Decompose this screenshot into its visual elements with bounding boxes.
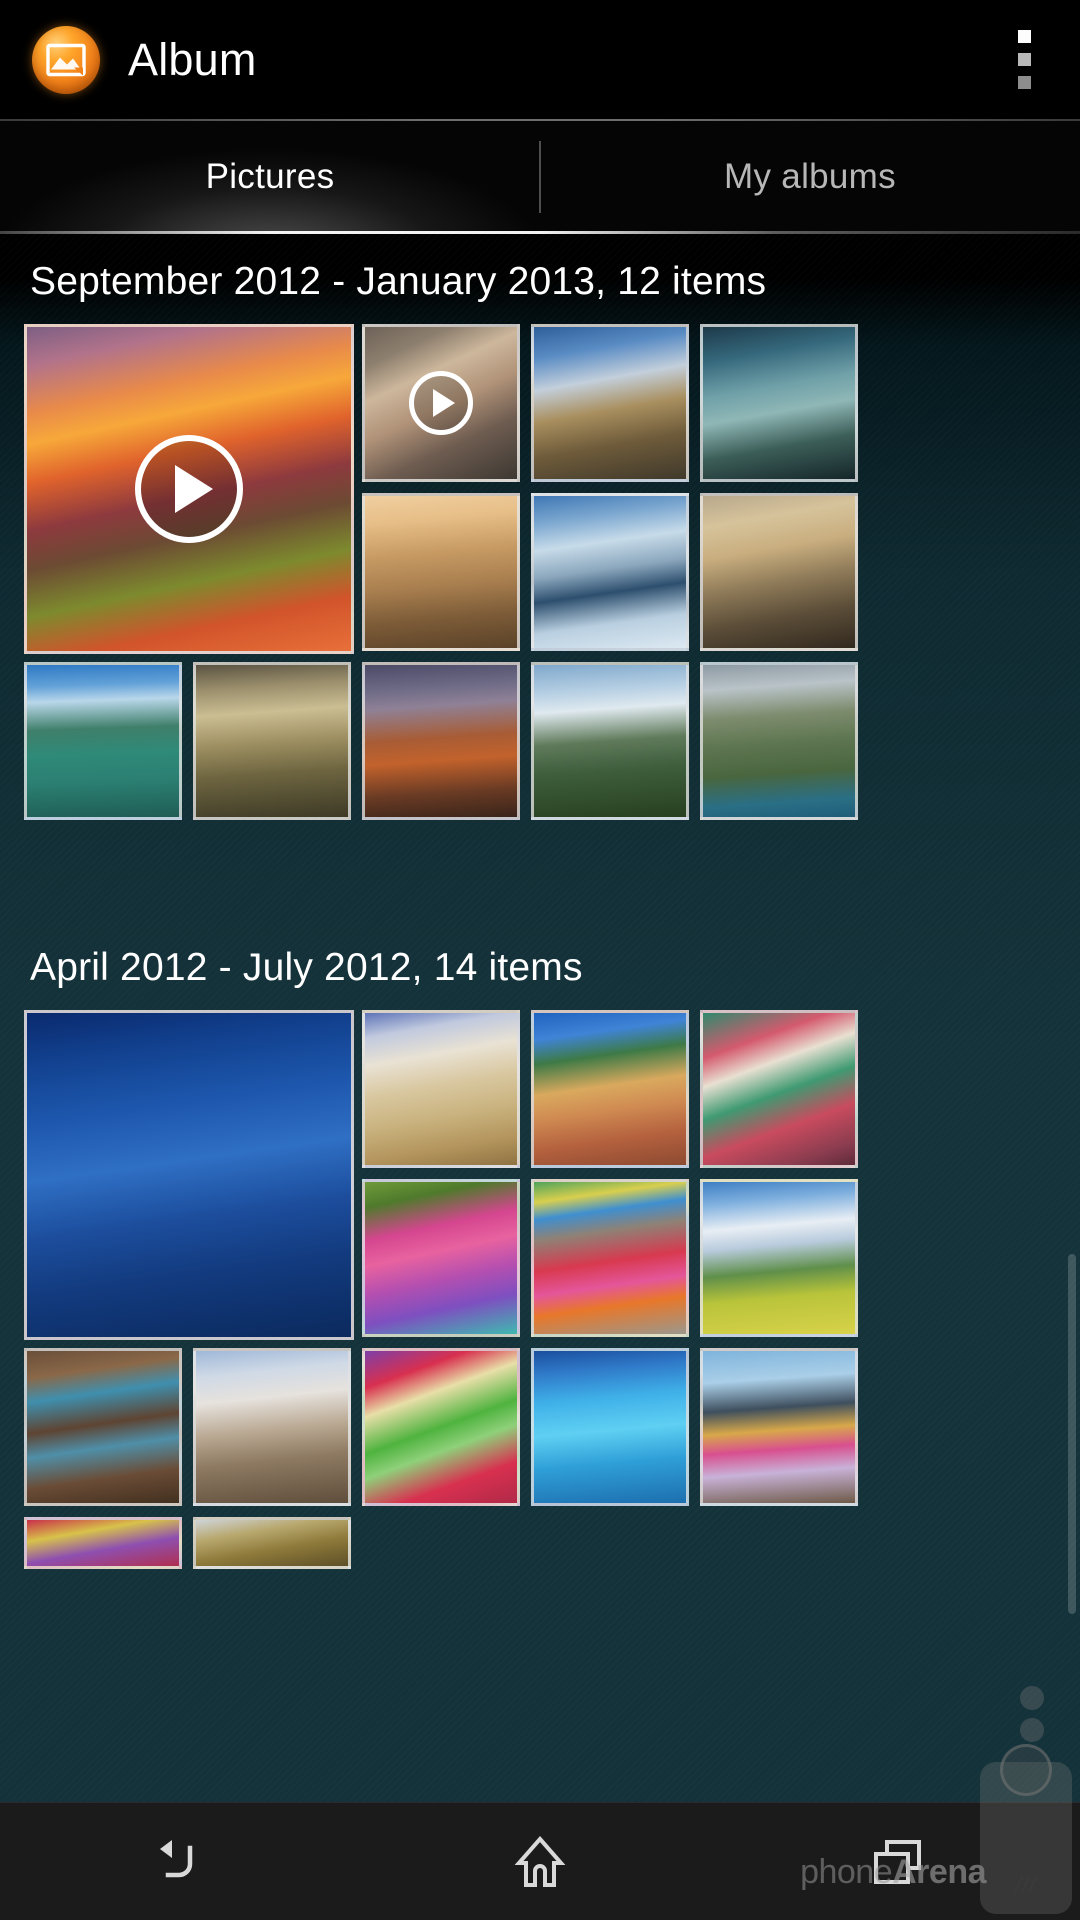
play-button-overlay[interactable] [409,371,473,435]
tab-active-indicator [0,231,1080,234]
turquoise-reef-photo[interactable] [531,1348,689,1506]
section-1: September 2012 - January 2013, 12 items [0,234,1080,834]
section-1-photo-grid [0,324,1080,834]
section-2-photo-grid [0,1010,1080,1610]
tab-separator [539,141,541,213]
nav-back-button[interactable] [0,1834,360,1890]
recent-apps-icon [874,1839,921,1884]
section-2-title: April 2012 - July 2012, 14 items [30,946,583,989]
tab-pictures-label: Pictures [205,157,335,196]
beach-huts-photo[interactable] [700,1348,858,1506]
rainbow-canyon-photo[interactable] [700,493,858,651]
overflow-dot-1 [1017,30,1031,43]
balcony-building-photo[interactable] [24,1348,182,1506]
home-icon [514,1835,566,1887]
red-fabric-photo[interactable] [24,1517,182,1569]
album-app-screen: Album Pictures My albums September 2012 … [0,0,1080,1920]
tab-my-albums-label: My albums [724,157,896,196]
section-1-title: September 2012 - January 2013, 12 items [30,260,767,303]
sunset-mountains-video[interactable] [24,324,354,654]
alpine-valley-photo[interactable] [531,662,689,820]
cloud-over-field-photo[interactable] [700,1179,858,1337]
tab-my-albums[interactable]: My albums [540,121,1080,233]
cliff-clouds-photo[interactable] [531,324,689,482]
yarn-bundles-photo[interactable] [531,1179,689,1337]
rainbow-kayaks-photo[interactable] [362,1179,520,1337]
system-navigation-bar [0,1802,1080,1920]
dusty-valley-photo[interactable] [193,662,351,820]
play-triangle-icon [175,465,213,513]
glacier-photo[interactable] [531,493,689,651]
overflow-dot-3 [1017,76,1031,89]
scrollbar-thumb[interactable] [1068,1254,1076,1614]
man-on-couch-video[interactable] [362,324,520,482]
paper-flowers-photo[interactable] [362,1348,520,1506]
action-bar: Album [0,0,1080,119]
nav-home-button[interactable] [360,1833,720,1891]
play-triangle-icon [433,389,455,417]
santorini-houses-photo[interactable] [362,1010,520,1168]
colorful-bokeh-balls-photo[interactable] [700,1010,858,1168]
photo-frame-icon [32,25,100,94]
back-arrow-icon [160,1839,193,1877]
overflow-menu-icon[interactable] [1002,25,1046,95]
coastal-cliff-town-photo[interactable] [700,662,858,820]
action-bar-divider [0,119,1080,121]
pictures-scroll-area[interactable]: September 2012 - January 2013, 12 items … [0,234,1080,1920]
play-button-overlay[interactable] [135,435,243,543]
misty-forest-waterfall-photo[interactable] [700,324,858,482]
autumn-trees-photo[interactable] [193,1517,351,1569]
photo-frame-icon-glyph [46,43,86,76]
red-cliffs-photo[interactable] [362,662,520,820]
tab-pictures[interactable]: Pictures [0,121,540,233]
desert-city-photo[interactable] [362,493,520,651]
page-title: Album [128,33,257,85]
section-2: April 2012 - July 2012, 14 items [0,920,1080,1610]
patagonia-peaks-photo[interactable] [193,1348,351,1506]
cinque-terre-photo[interactable] [531,1010,689,1168]
nav-recents-button[interactable] [720,1835,1080,1889]
halong-bay-photo[interactable] [24,662,182,820]
overflow-dot-2 [1017,53,1031,66]
snowy-village-night-photo[interactable] [24,1010,354,1340]
